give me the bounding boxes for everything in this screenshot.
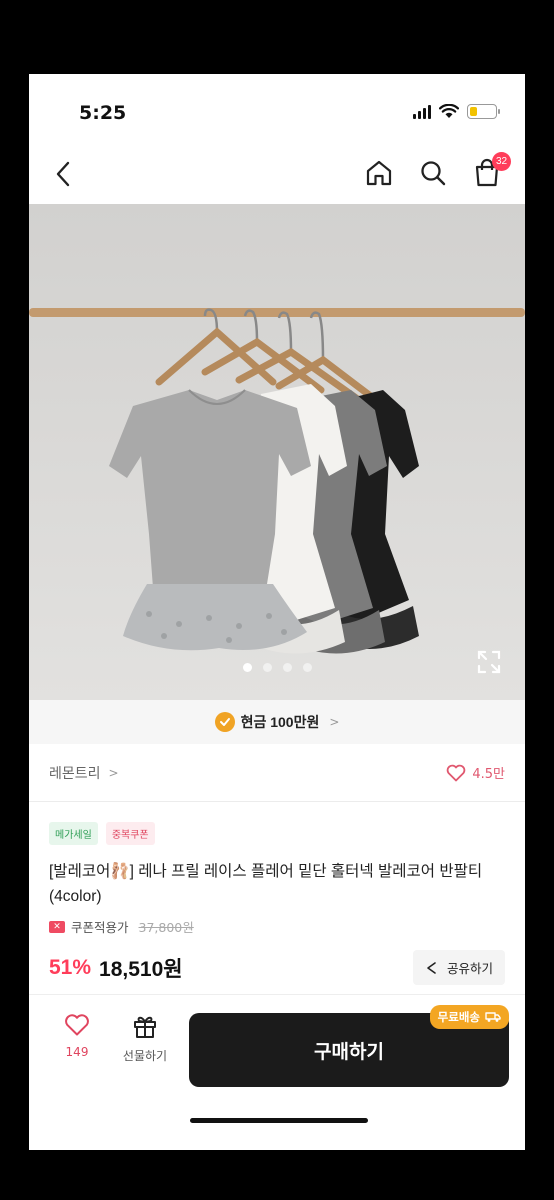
share-icon [427, 961, 436, 974]
product-info: 메가세일 중복쿠폰 [발레코어🩰] 레나 프릴 레이스 플레어 밑단 홀터넥 발… [49, 814, 505, 985]
battery-icon [467, 104, 500, 119]
cash-promo-banner[interactable]: 현금 100만원 > [29, 700, 525, 744]
store-row[interactable]: 레몬트리 > 4.5만 [29, 744, 525, 802]
coupon-icon: ✕ [49, 920, 65, 933]
discount-rate: 51% [49, 955, 92, 979]
check-badge-icon [214, 712, 235, 732]
like-count: 149 [65, 1045, 89, 1059]
price-row: 51% 18,510원 공유하기 [49, 950, 505, 985]
cart-button[interactable]: 32 [471, 152, 511, 190]
promo-text: 현금 100만원 [240, 714, 320, 730]
chevron-right-icon: > [108, 765, 119, 780]
search-button[interactable] [417, 156, 449, 190]
wifi-icon [439, 104, 459, 118]
gift-icon [134, 1016, 156, 1038]
carousel-dot[interactable] [282, 663, 292, 672]
product-tags: 메가세일 중복쿠폰 [49, 822, 505, 845]
coupon-label: 쿠폰적용가 [71, 920, 129, 935]
search-icon [421, 161, 446, 186]
status-time: 5:25 [79, 102, 127, 124]
home-icon [366, 160, 392, 186]
mega-sale-tag: 메가세일 [49, 822, 98, 845]
bottom-action-bar: 149 선물하기 구매하기 무료배송 [29, 994, 525, 1150]
like-button[interactable]: 149 [57, 1013, 97, 1059]
phone-screen: 5:25 32 현금 100만원 > 레몬트리 > 4.5만 메가세일 중복쿠폰… [29, 74, 525, 1150]
back-button[interactable] [47, 156, 79, 192]
share-label: 공유하기 [446, 961, 493, 976]
original-price: 37,800원 [138, 920, 194, 935]
home-indicator [190, 1118, 368, 1123]
carousel-dot[interactable] [262, 663, 272, 672]
truck-icon [485, 1012, 501, 1022]
product-image[interactable] [29, 204, 525, 700]
top-nav: 32 [29, 146, 525, 202]
carousel-dot[interactable] [242, 663, 252, 672]
sale-price: 18,510원 [99, 957, 183, 981]
cart-count-badge: 32 [492, 152, 511, 171]
expand-image-button[interactable] [475, 648, 503, 676]
product-title: [발레코어🩰] 레나 프릴 레이스 플레어 밑단 홀터넥 발레코어 반팔티 (4… [49, 863, 483, 905]
heart-icon [65, 1014, 89, 1036]
store-like-button[interactable]: 4.5만 [446, 763, 505, 782]
product-photo [29, 204, 525, 700]
chevron-right-icon: > [329, 715, 340, 729]
coupon-tag: 중복쿠폰 [105, 822, 155, 845]
back-icon [56, 161, 70, 187]
store-name[interactable]: 레몬트리 [49, 763, 101, 783]
carousel-dot[interactable] [302, 663, 312, 672]
free-shipping-badge: 무료배송 [429, 1005, 509, 1029]
carousel-dots[interactable] [29, 663, 525, 672]
status-bar: 5:25 [29, 74, 525, 142]
coupon-price-row: ✕ 쿠폰적용가 37,800원 [49, 917, 505, 936]
signal-icon [413, 104, 431, 119]
gift-label: 선물하기 [122, 1049, 168, 1063]
gift-button[interactable]: 선물하기 [113, 1013, 177, 1064]
share-button[interactable]: 공유하기 [412, 950, 505, 985]
home-button[interactable] [363, 156, 395, 190]
heart-icon [447, 764, 466, 781]
free-shipping-label: 무료배송 [437, 1010, 480, 1024]
store-like-count: 4.5만 [472, 767, 505, 782]
status-icons [413, 104, 500, 119]
expand-icon [477, 650, 501, 674]
